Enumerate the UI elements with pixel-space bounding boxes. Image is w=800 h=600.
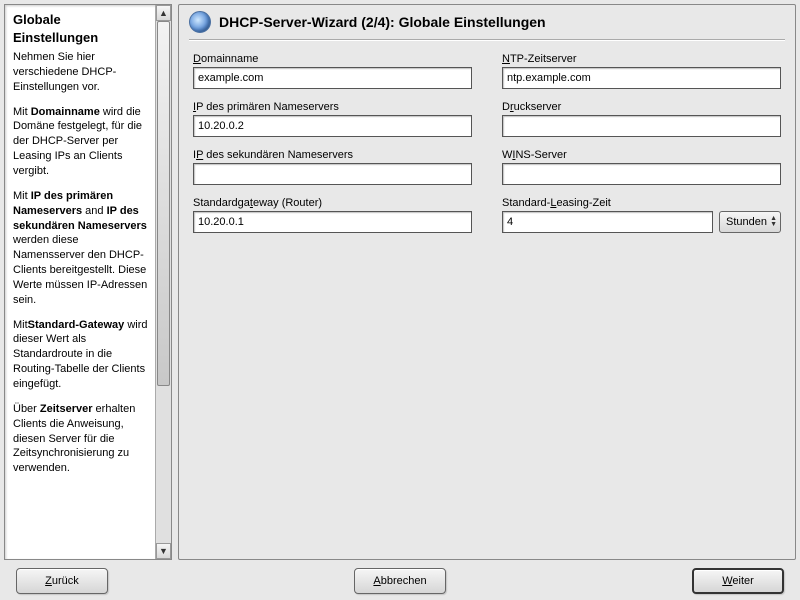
field-gateway: Standardgateway (Router): [193, 197, 472, 233]
wizard-panel: DHCP-Server-Wizard (2/4): Globale Einste…: [178, 4, 796, 560]
input-primary-ns[interactable]: [193, 115, 472, 137]
input-domainname[interactable]: [193, 67, 472, 89]
help-paragraph: Mit IP des primären Nameservers and IP d…: [13, 189, 149, 308]
label-primary-ns: IP des primären Nameservers: [193, 101, 472, 113]
form-area: Domainname IP des primären Nameservers I…: [189, 53, 785, 233]
scroll-up-icon[interactable]: ▲: [156, 5, 171, 21]
help-panel: Globale Einstellungen Nehmen Sie hier ve…: [4, 4, 172, 560]
help-title: Globale Einstellungen: [13, 11, 149, 46]
form-col-left: Domainname IP des primären Nameservers I…: [193, 53, 472, 233]
input-secondary-ns[interactable]: [193, 163, 472, 185]
input-lease[interactable]: [502, 211, 713, 233]
field-lease: Standard-Leasing-Zeit Stunden ▲▼: [502, 197, 781, 233]
field-primary-ns: IP des primären Nameservers: [193, 101, 472, 137]
label-wins: WINS-Server: [502, 149, 781, 161]
form-col-right: NTP-Zeitserver Druckserver WINS-Server S…: [502, 53, 781, 233]
label-secondary-ns: IP des sekundären Nameservers: [193, 149, 472, 161]
cancel-button[interactable]: Abbrechen: [354, 568, 446, 594]
scroll-thumb[interactable]: [157, 21, 170, 386]
back-button[interactable]: Zurück: [16, 568, 108, 594]
label-print: Druckserver: [502, 101, 781, 113]
lease-unit-value: Stunden: [726, 216, 767, 228]
field-print: Druckserver: [502, 101, 781, 137]
button-row: Zurück Abbrechen Weiter: [4, 560, 796, 596]
help-scrollbar[interactable]: ▲ ▼: [155, 5, 171, 559]
input-ntp[interactable]: [502, 67, 781, 89]
scroll-track[interactable]: [156, 21, 171, 543]
main-area: Globale Einstellungen Nehmen Sie hier ve…: [4, 4, 796, 560]
field-secondary-ns: IP des sekundären Nameservers: [193, 149, 472, 185]
field-domainname: Domainname: [193, 53, 472, 89]
wizard-title: DHCP-Server-Wizard (2/4): Globale Einste…: [219, 14, 546, 30]
field-wins: WINS-Server: [502, 149, 781, 185]
help-paragraph: MitStandard-Gateway wird dieser Wert als…: [13, 318, 149, 392]
spinner-icon: ▲▼: [770, 216, 777, 228]
next-button[interactable]: Weiter: [692, 568, 784, 594]
field-ntp: NTP-Zeitserver: [502, 53, 781, 89]
globe-icon: [189, 11, 211, 33]
label-ntp: NTP-Zeitserver: [502, 53, 781, 65]
input-gateway[interactable]: [193, 211, 472, 233]
help-paragraph: Mit Domainname wird die Domäne festgeleg…: [13, 105, 149, 179]
wizard-header: DHCP-Server-Wizard (2/4): Globale Einste…: [189, 7, 785, 39]
scroll-down-icon[interactable]: ▼: [156, 543, 171, 559]
label-domainname: Domainname: [193, 53, 472, 65]
window: Globale Einstellungen Nehmen Sie hier ve…: [0, 0, 800, 600]
input-wins[interactable]: [502, 163, 781, 185]
help-paragraph: Nehmen Sie hier verschiedene DHCP-Einste…: [13, 50, 149, 95]
help-content: Globale Einstellungen Nehmen Sie hier ve…: [5, 5, 155, 559]
label-gateway: Standardgateway (Router): [193, 197, 472, 209]
label-lease: Standard-Leasing-Zeit: [502, 197, 713, 209]
help-paragraph: Über Zeitserver erhalten Clients die Anw…: [13, 402, 149, 476]
divider: [189, 39, 785, 41]
input-print[interactable]: [502, 115, 781, 137]
select-lease-unit[interactable]: Stunden ▲▼: [719, 211, 781, 233]
